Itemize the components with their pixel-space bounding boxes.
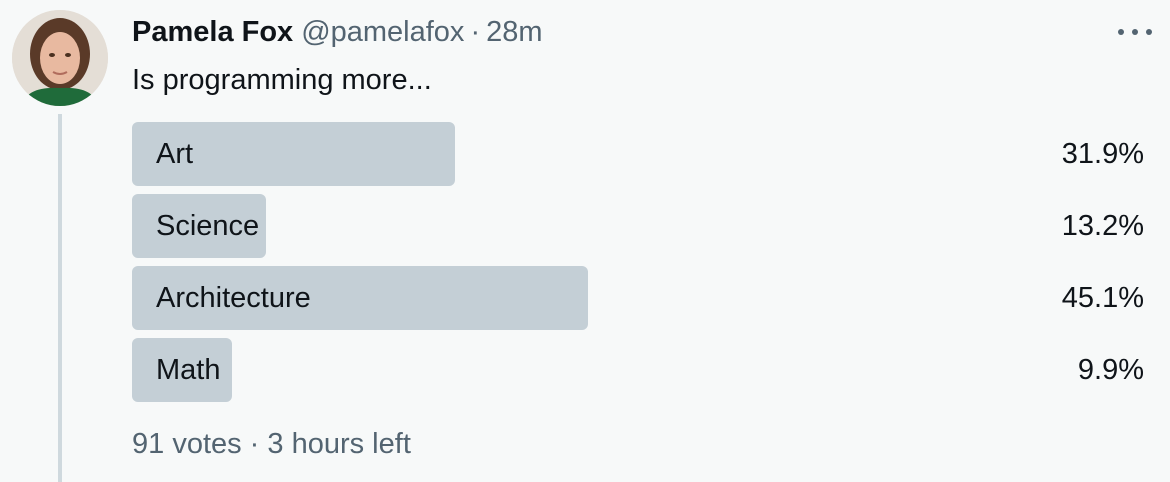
poll-option-architecture: Architecture 45.1% [132, 266, 1144, 330]
poll-option-percent: 45.1% [1061, 282, 1144, 314]
more-options-icon[interactable] [1118, 22, 1152, 42]
tweet-timestamp[interactable]: 28m [486, 16, 542, 49]
poll: Art 31.9% Science 13.2% Architecture 45.… [132, 122, 1144, 410]
tweet-header: Pamela Fox @pamelafox · 28m [132, 14, 543, 50]
author-name[interactable]: Pamela Fox [132, 16, 293, 49]
tweet: Pamela Fox @pamelafox · 28m Is programmi… [0, 0, 1170, 482]
poll-option-label: Science [156, 210, 260, 242]
poll-option-percent: 9.9% [1077, 354, 1144, 386]
poll-vote-count: 91 votes · 3 hours left [132, 428, 411, 460]
poll-option-label: Art [156, 138, 194, 170]
author-handle[interactable]: @pamelafox [301, 16, 464, 49]
poll-option-label: Architecture [156, 282, 311, 314]
tweet-text: Is programming more... [132, 64, 432, 96]
poll-option-science: Science 13.2% [132, 194, 1144, 258]
poll-option-art: Art 31.9% [132, 122, 1144, 186]
thread-line [58, 114, 62, 482]
poll-option-math: Math 9.9% [132, 338, 1144, 402]
poll-option-percent: 13.2% [1061, 210, 1144, 242]
avatar[interactable] [12, 10, 108, 106]
profile-photo-icon [12, 10, 108, 106]
poll-option-percent: 31.9% [1061, 138, 1144, 170]
poll-option-label: Math [156, 354, 221, 386]
separator-dot: · [470, 15, 481, 48]
